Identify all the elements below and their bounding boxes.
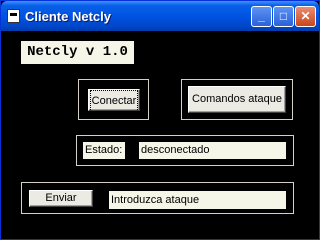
status-label: Estado: [83,142,125,159]
close-icon: ✕ [300,9,311,23]
send-button[interactable]: Enviar [29,190,93,207]
window-title: Cliente Netcly [25,9,111,24]
app-heading: Netcly v 1.0 [21,41,134,64]
connect-button-label: Conectar [89,90,139,112]
close-button[interactable]: ✕ [295,6,316,27]
minimize-icon: _ [258,9,265,23]
status-value: desconectado [139,142,286,159]
maximize-button[interactable]: □ [273,6,294,27]
app-window: Cliente Netcly _ □ ✕ Netcly v 1.0 Conect… [0,0,320,240]
connect-button[interactable]: Conectar [88,89,140,112]
title-bar[interactable]: Cliente Netcly _ □ ✕ [1,1,319,31]
attack-commands-button[interactable]: Comandos ataque [188,86,286,113]
maximize-icon: □ [279,9,288,23]
minimize-button[interactable]: _ [251,6,272,27]
app-icon[interactable] [7,9,20,23]
send-button-label: Enviar [45,192,77,204]
attack-input[interactable]: Introduzca ataque [109,191,286,209]
attack-commands-label: Comandos ataque [192,93,282,105]
